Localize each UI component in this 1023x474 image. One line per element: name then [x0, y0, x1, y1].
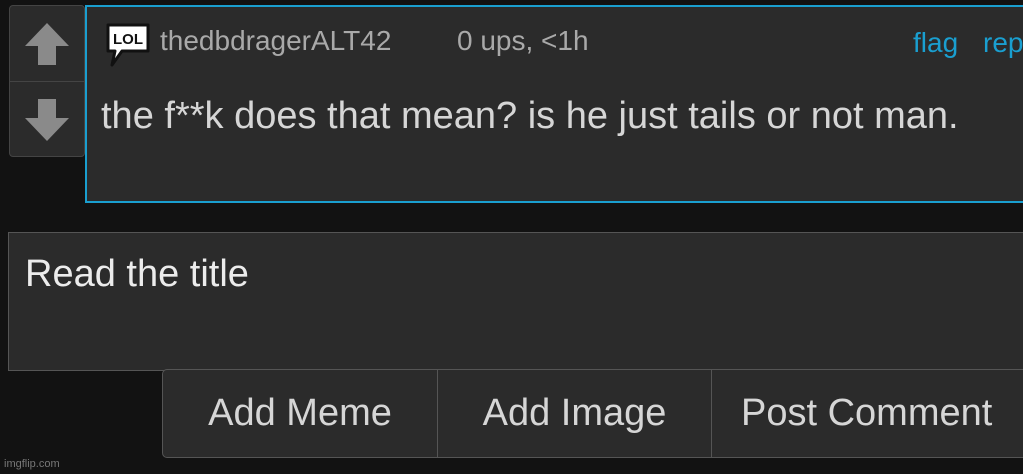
comment-meta: 0 ups, <1h [457, 25, 589, 56]
downvote-button[interactable] [10, 82, 84, 157]
vote-box [9, 5, 85, 157]
add-meme-button[interactable]: Add Meme [163, 370, 438, 457]
arrow-down-icon [25, 98, 69, 141]
post-comment-button[interactable]: Post Comment [712, 370, 1023, 457]
arrow-up-icon [25, 22, 69, 65]
reply-link[interactable]: reply [983, 27, 1023, 59]
comment-card: LOL thedbdragerALT42 0 ups, <1h flag rep… [85, 5, 1023, 203]
comment-username[interactable]: thedbdragerALT42 [160, 25, 391, 57]
upvote-button[interactable] [10, 6, 84, 82]
lol-speech-bubble-icon: LOL [106, 23, 150, 67]
lol-badge-text: LOL [113, 31, 143, 48]
imgflip-watermark: imgflip.com [4, 458, 60, 470]
reply-textarea[interactable]: Read the title [8, 232, 1023, 371]
add-image-button[interactable]: Add Image [438, 370, 712, 457]
comment-text: the f**k does that mean? is he just tail… [101, 95, 959, 137]
flag-link[interactable]: flag [913, 27, 958, 59]
comment-actions-bar: Add Meme Add Image Post Comment [162, 369, 1023, 458]
